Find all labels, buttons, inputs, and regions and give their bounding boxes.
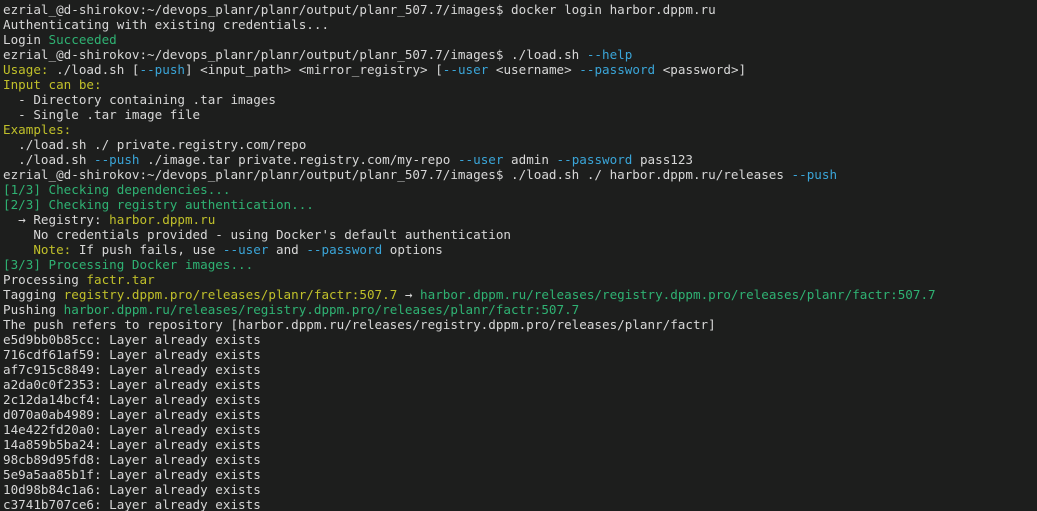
terminal-text-segment: a2da0c0f2353: Layer already exists xyxy=(3,377,261,392)
terminal-line: Authenticating with existing credentials… xyxy=(3,17,1037,32)
terminal-line: 14e422fd20a0: Layer already exists xyxy=(3,422,1037,437)
terminal-line: ./load.sh ./ private.registry.com/repo xyxy=(3,137,1037,152)
terminal-text-segment: --push xyxy=(792,167,838,182)
terminal-text-segment: 716cdf61af59: Layer already exists xyxy=(3,347,261,362)
terminal-line: 5e9a5aa85b1f: Layer already exists xyxy=(3,467,1037,482)
terminal-text-segment: [3/3] Processing Docker images... xyxy=(3,257,253,272)
terminal-text-segment: <username> xyxy=(488,62,579,77)
terminal-text-segment: --password xyxy=(579,62,655,77)
terminal-text-segment: ezrial_@d-shirokov:~/devops_planr/planr/… xyxy=(3,2,716,17)
terminal-text-segment: and xyxy=(268,242,306,257)
terminal-text-segment: [1/3] Checking dependencies... xyxy=(3,182,230,197)
terminal-line: 98cb89d95fd8: Layer already exists xyxy=(3,452,1037,467)
terminal-line: a2da0c0f2353: Layer already exists xyxy=(3,377,1037,392)
terminal-text-segment: registry.dppm.pro/releases/planr/factr:5… xyxy=(64,287,398,302)
terminal-text-segment: ./load.sh [ xyxy=(49,62,140,77)
terminal-text-segment: admin xyxy=(503,152,556,167)
terminal-line: Tagging registry.dppm.pro/releases/planr… xyxy=(3,287,1037,302)
terminal-text-segment: Examples: xyxy=(3,122,71,137)
terminal-line: - Directory containing .tar images xyxy=(3,92,1037,107)
terminal-text-segment: pass123 xyxy=(632,152,693,167)
terminal-text-segment: 98cb89d95fd8: Layer already exists xyxy=(3,452,261,467)
terminal-line: ezrial_@d-shirokov:~/devops_planr/planr/… xyxy=(3,47,1037,62)
terminal-text-segment: --user xyxy=(458,152,504,167)
terminal-line: [2/3] Checking registry authentication..… xyxy=(3,197,1037,212)
terminal-text-segment: Input can be: xyxy=(3,77,102,92)
terminal-text-segment: Tagging xyxy=(3,287,64,302)
terminal-line: No credentials provided - using Docker's… xyxy=(3,227,1037,242)
terminal-text-segment: <password>] xyxy=(655,62,746,77)
terminal-text-segment: The push refers to repository [harbor.dp… xyxy=(3,317,716,332)
terminal-line: af7c915c8849: Layer already exists xyxy=(3,362,1037,377)
terminal-text-segment: harbor.dppm.ru/releases/registry.dppm.pr… xyxy=(420,287,936,302)
terminal-text-segment: harbor.dppm.ru xyxy=(109,212,215,227)
terminal-text-segment: --help xyxy=(587,47,633,62)
terminal-line: ezrial_@d-shirokov:~/devops_planr/planr/… xyxy=(3,167,1037,182)
terminal-text-segment: --push xyxy=(140,62,186,77)
terminal-line: 14a859b5ba24: Layer already exists xyxy=(3,437,1037,452)
terminal-text-segment: ./load.sh xyxy=(3,152,94,167)
terminal-text-segment: --user xyxy=(443,62,489,77)
terminal-text-segment: options xyxy=(382,242,443,257)
terminal-line: Examples: xyxy=(3,122,1037,137)
terminal-line: ./load.sh --push ./image.tar private.reg… xyxy=(3,152,1037,167)
terminal-text-segment: Authenticating with existing credentials… xyxy=(3,17,329,32)
terminal-text-segment: d070a0ab4989: Layer already exists xyxy=(3,407,261,422)
terminal-text-segment: - Directory containing .tar images xyxy=(3,92,276,107)
terminal-text-segment: c3741b707ce6: Layer already exists xyxy=(3,497,261,511)
terminal-text-segment: 14e422fd20a0: Layer already exists xyxy=(3,422,261,437)
terminal-line: 2c12da14bcf4: Layer already exists xyxy=(3,392,1037,407)
terminal-text-segment: --user xyxy=(223,242,269,257)
terminal-output[interactable]: ezrial_@d-shirokov:~/devops_planr/planr/… xyxy=(0,0,1037,511)
terminal-text-segment: Login xyxy=(3,32,49,47)
terminal-text-segment: --push xyxy=(94,152,140,167)
terminal-text-segment: af7c915c8849: Layer already exists xyxy=(3,362,261,377)
terminal-line: [1/3] Checking dependencies... xyxy=(3,182,1037,197)
terminal-line: 716cdf61af59: Layer already exists xyxy=(3,347,1037,362)
terminal-text-segment: → Registry: xyxy=(3,212,109,227)
terminal-text-segment: ./image.tar private.registry.com/my-repo xyxy=(140,152,458,167)
terminal-text-segment: e5d9bb0b85cc: Layer already exists xyxy=(3,332,261,347)
terminal-text-segment xyxy=(3,242,33,257)
terminal-text-segment: → xyxy=(397,287,420,302)
terminal-text-segment: ] <input_path> <mirror_registry> [ xyxy=(185,62,443,77)
terminal-line: Note: If push fails, use --user and --pa… xyxy=(3,242,1037,257)
terminal-text-segment: ./load.sh ./ private.registry.com/repo xyxy=(3,137,306,152)
terminal-line: e5d9bb0b85cc: Layer already exists xyxy=(3,332,1037,347)
terminal-text-segment: [2/3] Checking registry authentication..… xyxy=(3,197,314,212)
terminal-line: Input can be: xyxy=(3,77,1037,92)
terminal-line: d070a0ab4989: Layer already exists xyxy=(3,407,1037,422)
terminal-line: Login Succeeded xyxy=(3,32,1037,47)
terminal-text-segment: harbor.dppm.ru/releases/registry.dppm.pr… xyxy=(64,302,580,317)
terminal-text-segment: If push fails, use xyxy=(71,242,223,257)
terminal-text-segment: factr.tar xyxy=(86,272,154,287)
terminal-line: 10d98b84c1a6: Layer already exists xyxy=(3,482,1037,497)
terminal-line: c3741b707ce6: Layer already exists xyxy=(3,497,1037,511)
terminal-line: Usage: ./load.sh [--push] <input_path> <… xyxy=(3,62,1037,77)
terminal-text-segment: Pushing xyxy=(3,302,64,317)
terminal-text-segment: 5e9a5aa85b1f: Layer already exists xyxy=(3,467,261,482)
terminal-line: Pushing harbor.dppm.ru/releases/registry… xyxy=(3,302,1037,317)
terminal-text-segment: Usage: xyxy=(3,62,49,77)
terminal-line: ezrial_@d-shirokov:~/devops_planr/planr/… xyxy=(3,2,1037,17)
terminal-text-segment: 14a859b5ba24: Layer already exists xyxy=(3,437,261,452)
terminal-text-segment: Succeeded xyxy=(49,32,117,47)
terminal-text-segment: Note: xyxy=(33,242,71,257)
terminal-text-segment: ezrial_@d-shirokov:~/devops_planr/planr/… xyxy=(3,47,587,62)
terminal-text-segment: - Single .tar image file xyxy=(3,107,200,122)
terminal-text-segment: 10d98b84c1a6: Layer already exists xyxy=(3,482,261,497)
terminal-line: The push refers to repository [harbor.dp… xyxy=(3,317,1037,332)
terminal-text-segment: Processing xyxy=(3,272,86,287)
terminal-text-segment: ezrial_@d-shirokov:~/devops_planr/planr/… xyxy=(3,167,792,182)
terminal-line: - Single .tar image file xyxy=(3,107,1037,122)
terminal-line: → Registry: harbor.dppm.ru xyxy=(3,212,1037,227)
terminal-line: Processing factr.tar xyxy=(3,272,1037,287)
terminal-text-segment: --password xyxy=(306,242,382,257)
terminal-text-segment: No credentials provided - using Docker's… xyxy=(3,227,511,242)
terminal-line: [3/3] Processing Docker images... xyxy=(3,257,1037,272)
terminal-text-segment: --password xyxy=(557,152,633,167)
terminal-text-segment: 2c12da14bcf4: Layer already exists xyxy=(3,392,261,407)
